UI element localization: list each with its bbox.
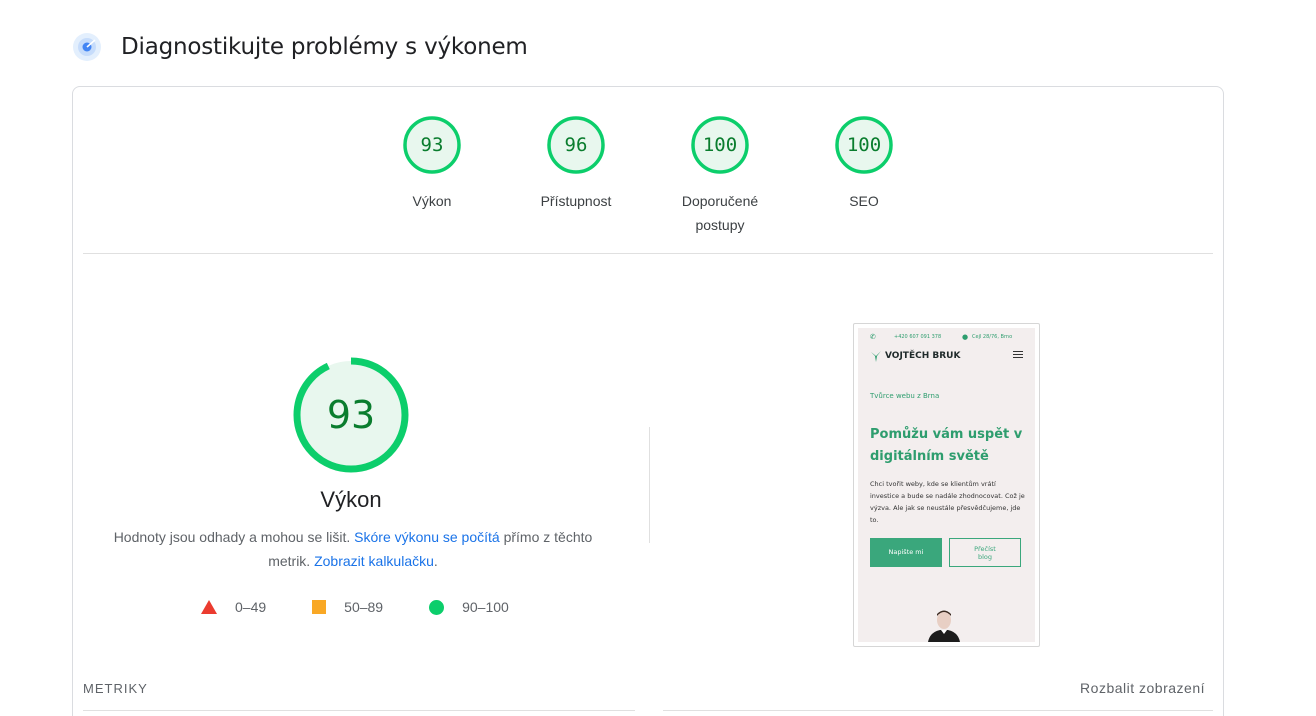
gauge-label-line1: Doporučené	[681, 193, 759, 209]
gauge-score: 100	[846, 134, 882, 156]
score-calc-link[interactable]: Skóre výkonu se počítá	[354, 529, 500, 545]
red-triangle-icon	[201, 600, 217, 614]
performance-title: Výkon	[320, 487, 382, 512]
legend-item-average: 50–89	[312, 599, 383, 615]
orange-square-icon	[312, 600, 327, 614]
legend-range: 50–89	[344, 599, 384, 615]
legend-range: 0–49	[235, 599, 267, 615]
expand-view-toggle[interactable]: Rozbalit zobrazení	[1080, 680, 1205, 696]
divider	[83, 710, 635, 711]
desc-text: .	[433, 553, 438, 569]
legend-range: 90–100	[462, 599, 509, 615]
screenshot-body: Chci tvořit weby, kde se klientům vrátí …	[870, 480, 1025, 524]
phone-icon: ✆	[870, 333, 876, 341]
performance-gauge: 93	[291, 355, 411, 475]
performance-score: 93	[326, 393, 376, 437]
gauge-label: Výkon	[412, 193, 452, 209]
screenshot-topbar: ✆ +420 607 091 378 ● Cejl 28/76, Brno	[858, 332, 1035, 342]
gauge-score: 100	[702, 134, 738, 156]
gauge-seo[interactable]: 100 SEO	[804, 115, 924, 213]
gauge-label: Přístupnost	[540, 193, 612, 209]
location-pin-icon: ●	[962, 333, 969, 341]
page-title: Diagnostikujte problémy s výkonem	[121, 34, 528, 60]
divider	[83, 253, 1213, 254]
brand-logo-icon	[871, 351, 881, 362]
gauge-score: 93	[420, 134, 444, 156]
score-legend: 0–49 50–89 90–100	[201, 599, 555, 615]
gauge-label: SEO	[849, 193, 879, 209]
gauge-label: Doporučené postupy	[660, 189, 780, 237]
green-circle-icon	[429, 599, 445, 615]
gauge-accessibility[interactable]: 96 Přístupnost	[516, 115, 636, 213]
person-photo-icon	[928, 610, 960, 642]
calculator-link[interactable]: Zobrazit kalkulačku	[314, 553, 434, 569]
vertical-divider	[649, 427, 650, 543]
gauge-performance[interactable]: 93 Výkon	[372, 115, 492, 213]
report-card: 93 Výkon 96 Přístupnost 100 Doporučené p…	[72, 86, 1224, 716]
gauge-label-line2: postupy	[695, 217, 745, 233]
divider	[663, 710, 1213, 711]
hamburger-menu-icon	[1013, 351, 1023, 360]
screenshot-content: ✆ +420 607 091 378 ● Cejl 28/76, Brno VO…	[858, 328, 1035, 642]
screenshot-address: Cejl 28/76, Brno	[972, 334, 1013, 340]
screenshot-brand: VOJTĚCH BRUK	[885, 351, 961, 361]
screenshot-phone: +420 607 091 378	[894, 334, 942, 340]
section-header: Diagnostikujte problémy s výkonem	[72, 32, 528, 62]
screenshot-primary-button: Napište mi	[870, 538, 942, 567]
metrics-heading: METRIKY	[83, 681, 148, 696]
performance-description: Hodnoty jsou odhady a mohou se lišit. Sk…	[113, 525, 593, 573]
legend-item-fail: 0–49	[201, 599, 266, 615]
screenshot-kicker: Tvůrce webu z Brna	[870, 392, 940, 400]
legend-item-pass: 90–100	[429, 599, 509, 615]
screenshot-headline: Pomůžu vám uspět v digitálním světě	[870, 427, 1023, 464]
page-screenshot[interactable]: ✆ +420 607 091 378 ● Cejl 28/76, Brno VO…	[853, 323, 1040, 647]
screenshot-secondary-button: Přečíst blog	[949, 538, 1021, 567]
screenshot-logo: VOJTĚCH BRUK	[870, 350, 960, 362]
desc-text: Hodnoty jsou odhady a mohou se lišit.	[113, 529, 355, 545]
gauge-best-practices[interactable]: 100 Doporučené postupy	[660, 115, 780, 237]
gauge-score: 96	[564, 134, 588, 156]
lighthouse-target-icon	[72, 32, 102, 62]
